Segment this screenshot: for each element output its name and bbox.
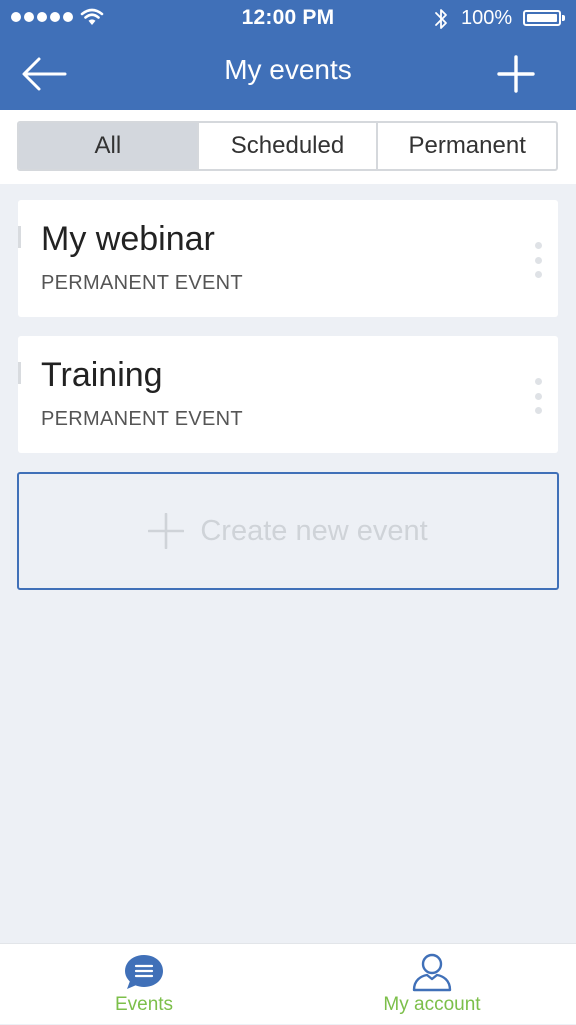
more-options-icon[interactable] bbox=[532, 242, 544, 278]
plus-icon bbox=[148, 513, 185, 549]
tab-bar: Events My account bbox=[0, 943, 576, 1024]
create-event-button[interactable]: Create new event bbox=[17, 472, 559, 590]
filter-bar: All Scheduled Permanent bbox=[0, 110, 576, 184]
card-marker bbox=[18, 362, 21, 384]
user-icon bbox=[412, 953, 452, 992]
chat-list-icon bbox=[125, 955, 163, 989]
plus-icon bbox=[497, 55, 535, 93]
event-card[interactable]: My webinar PERMANENT EVENT bbox=[18, 200, 558, 317]
add-event-button[interactable] bbox=[488, 50, 544, 98]
event-type: PERMANENT EVENT bbox=[41, 408, 243, 430]
battery-icon bbox=[523, 10, 565, 26]
segment-permanent[interactable]: Permanent bbox=[376, 123, 556, 169]
status-bar: 12:00 PM 100% bbox=[0, 0, 576, 38]
tab-label: My account bbox=[383, 994, 481, 1015]
segmented-control: All Scheduled Permanent bbox=[17, 121, 558, 171]
tab-my-account[interactable]: My account bbox=[360, 944, 504, 1025]
tab-label: Events bbox=[114, 994, 174, 1015]
tab-events[interactable]: Events bbox=[88, 944, 200, 1025]
more-options-icon[interactable] bbox=[532, 378, 544, 414]
bluetooth-icon bbox=[435, 9, 447, 29]
segment-scheduled[interactable]: Scheduled bbox=[196, 123, 377, 169]
card-marker bbox=[18, 226, 21, 248]
event-type: PERMANENT EVENT bbox=[41, 272, 243, 294]
top-bar: 12:00 PM 100% My events bbox=[0, 0, 576, 110]
create-event-label: Create new event bbox=[200, 514, 428, 547]
event-title: My webinar bbox=[41, 220, 215, 258]
event-title: Training bbox=[41, 356, 163, 394]
segment-all[interactable]: All bbox=[19, 123, 197, 169]
battery-percent: 100% bbox=[461, 7, 513, 29]
event-card[interactable]: Training PERMANENT EVENT bbox=[18, 336, 558, 453]
